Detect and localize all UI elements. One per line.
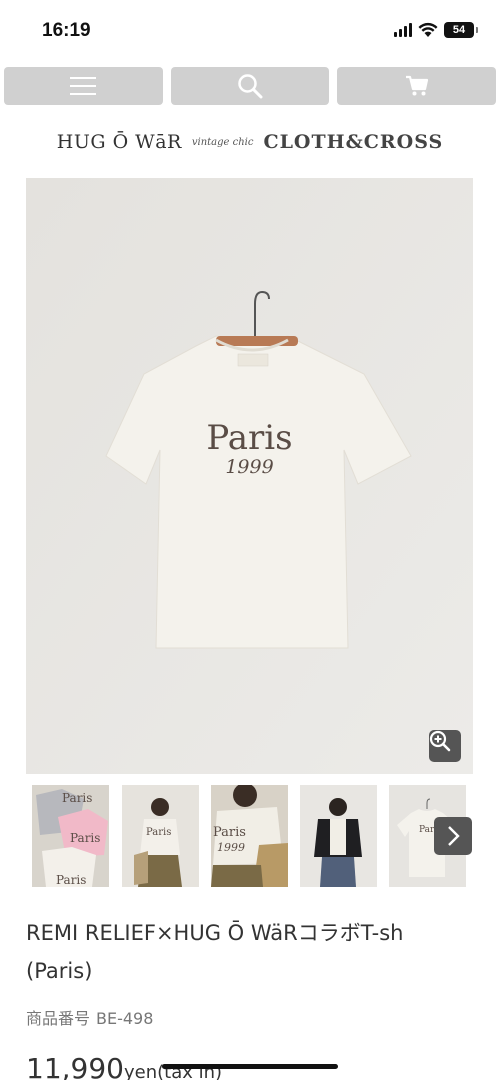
product-code-value: BE-498 — [96, 1009, 154, 1028]
thumb-3-print-year: 1999 — [217, 841, 245, 854]
menu-button[interactable] — [4, 67, 163, 105]
cart-button[interactable] — [337, 67, 497, 105]
status-bar: 16:19 54 — [0, 0, 500, 62]
home-indicator[interactable] — [162, 1064, 338, 1069]
thumbnail-3[interactable]: Paris 1999 — [211, 785, 288, 887]
vintage-chic-script: vintage chic — [191, 136, 254, 148]
product-name: REMI RELIEF×HUG Ō WäRコラボT-sh (Paris) — [26, 921, 404, 983]
thumbnail-2[interactable]: Paris — [122, 785, 199, 887]
battery-indicator: 54 — [444, 22, 478, 38]
product-code-label: 商品番号 — [26, 1009, 91, 1028]
top-nav — [4, 67, 497, 105]
status-icons: 54 — [394, 22, 478, 38]
thumbnail-strip: Paris Paris Paris Paris Paris 1999 Paris — [32, 785, 472, 887]
thumb-1-print-a: Paris — [62, 791, 93, 805]
thumbnail-next-button[interactable] — [434, 817, 472, 855]
thumb-3-print-paris: Paris — [213, 825, 246, 840]
thumb-1-print-b: Paris — [70, 831, 101, 845]
shopping-cart-icon — [405, 75, 428, 96]
main-product-image[interactable]: Paris 1999 — [26, 178, 473, 774]
wifi-icon — [418, 22, 438, 37]
thumbnail-4-image — [300, 785, 377, 887]
zoom-in-icon — [429, 730, 451, 752]
product-code: 商品番号 BE-498 — [26, 1005, 153, 1029]
price-value: 11,990 — [26, 1052, 124, 1080]
hug-o-war-logo[interactable]: HUG Ō WāR — [57, 131, 182, 153]
search-icon — [238, 74, 263, 99]
thumbnail-4[interactable] — [300, 785, 377, 887]
chevron-right-icon — [448, 826, 460, 846]
thumb-2-print: Paris — [146, 827, 172, 838]
shirt-print-paris: Paris — [206, 418, 293, 458]
cloth-and-cross-logo[interactable]: CLOTH&CROSS — [263, 131, 443, 153]
zoom-button[interactable] — [429, 730, 461, 762]
status-time: 16:19 — [42, 20, 91, 41]
brand-logos[interactable]: HUG Ō WāR vintage chic CLOTH&CROSS — [0, 126, 500, 158]
thumb-1-print-c: Paris — [56, 873, 87, 887]
cellular-signal-icon — [394, 23, 412, 37]
shirt-print-year: 1999 — [225, 456, 274, 478]
hamburger-menu-icon — [70, 77, 97, 95]
search-button[interactable] — [170, 67, 330, 105]
thumbnail-1[interactable]: Paris Paris Paris — [32, 785, 109, 887]
